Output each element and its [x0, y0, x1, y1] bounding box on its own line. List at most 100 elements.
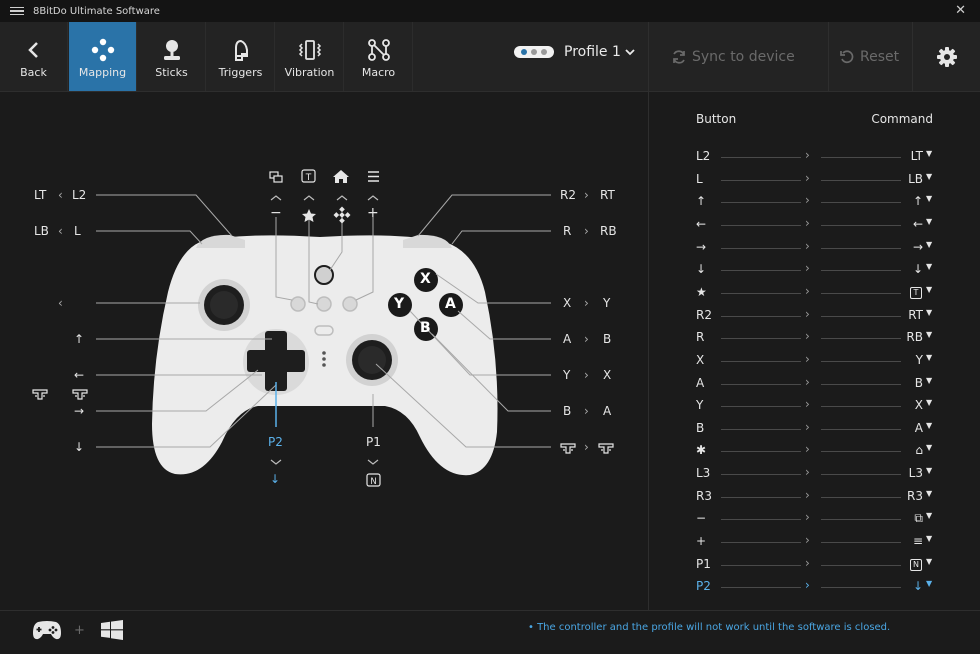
sync-to-device-button[interactable]: Sync to device — [648, 22, 828, 91]
dropdown-caret-icon[interactable]: ▼ — [926, 376, 932, 385]
mapping-row-command[interactable]: L3 — [883, 466, 923, 480]
mapping-row[interactable]: ↑ › ↑ ▼ — [649, 191, 980, 213]
row-line — [721, 224, 801, 226]
mapping-row[interactable]: − › ⧉ ▼ — [649, 508, 980, 530]
mapping-row-command[interactable]: LB — [883, 172, 923, 186]
dropdown-caret-icon[interactable]: ▼ — [926, 353, 932, 362]
tab-macro[interactable]: Macro — [345, 22, 413, 91]
mapping-row[interactable]: L3 › L3 ▼ — [649, 463, 980, 485]
row-arrow-icon: › — [805, 465, 810, 480]
mapping-row[interactable]: P2 › ↓ ▼ — [649, 576, 980, 598]
reset-button[interactable]: Reset — [828, 22, 912, 91]
tab-sticks[interactable]: Sticks — [138, 22, 206, 91]
mapping-row-command[interactable]: → — [883, 240, 923, 254]
mapping-row[interactable]: ★ › T ▼ — [649, 282, 980, 304]
mapping-row-command[interactable]: Y — [883, 353, 923, 367]
dropdown-caret-icon[interactable]: ▼ — [926, 262, 932, 271]
mapping-row[interactable]: ↓ › ↓ ▼ — [649, 259, 980, 281]
mapping-row-command[interactable]: B — [883, 376, 923, 390]
dpad-up-label[interactable]: ↑ — [74, 332, 84, 346]
mapping-row[interactable]: A › B ▼ — [649, 373, 980, 395]
mapping-row-command[interactable]: ⧉ — [883, 511, 923, 526]
mapping-row-command[interactable]: A — [883, 421, 923, 435]
back-button[interactable]: Back — [0, 22, 68, 91]
dropdown-caret-icon[interactable]: ▼ — [926, 579, 932, 588]
r-label[interactable]: R — [563, 224, 571, 238]
mapping-row-command[interactable]: RB — [883, 330, 923, 344]
close-icon[interactable]: ✕ — [955, 3, 966, 18]
dropdown-caret-icon[interactable]: ▼ — [926, 330, 932, 339]
mapping-row-command[interactable]: ↓ — [883, 579, 923, 593]
mapping-row[interactable]: R › RB ▼ — [649, 327, 980, 349]
dropdown-caret-icon[interactable]: ▼ — [926, 172, 932, 181]
p2-label[interactable]: P2 — [268, 435, 283, 449]
dropdown-caret-icon[interactable]: ▼ — [926, 511, 932, 520]
mapping-row[interactable]: X › Y ▼ — [649, 350, 980, 372]
dropdown-caret-icon[interactable]: ▼ — [926, 466, 932, 475]
gamepad-icon[interactable] — [32, 619, 62, 641]
mapping-row-command[interactable]: LT — [883, 149, 923, 163]
l-label[interactable]: L — [74, 224, 81, 238]
tab-vibration[interactable]: Vibration — [276, 22, 344, 91]
r2-label[interactable]: R2 — [560, 188, 576, 202]
mapping-row[interactable]: R3 › R3 ▼ — [649, 486, 980, 508]
mapping-row[interactable]: ← › ← ▼ — [649, 214, 980, 236]
dropdown-caret-icon[interactable]: ▼ — [926, 421, 932, 430]
dropdown-caret-icon[interactable]: ▼ — [926, 443, 932, 452]
mapping-row[interactable]: P1 › N ▼ — [649, 554, 980, 576]
dropdown-caret-icon[interactable]: ▼ — [926, 398, 932, 407]
y-map-from[interactable]: Y — [563, 368, 570, 382]
dropdown-caret-icon[interactable]: ▼ — [926, 308, 932, 317]
mapping-row[interactable]: B › A ▼ — [649, 418, 980, 440]
mapping-row-command[interactable]: R3 — [883, 489, 923, 503]
tab-mapping[interactable]: Mapping — [69, 22, 137, 91]
mapping-row-command[interactable]: ← — [883, 217, 923, 231]
profile-selector[interactable]: Profile 1 — [514, 44, 635, 60]
macro-icon — [365, 36, 393, 64]
mapping-row[interactable]: L2 › LT ▼ — [649, 146, 980, 168]
dropdown-caret-icon[interactable]: ▼ — [926, 534, 932, 543]
title-bar: 8BitDo Ultimate Software ✕ — [0, 0, 980, 22]
mapping-row-command[interactable]: RT — [883, 308, 923, 322]
settings-button[interactable] — [912, 22, 980, 91]
right-stick-press-icon[interactable] — [560, 442, 576, 454]
dropdown-caret-icon[interactable]: ▼ — [926, 217, 932, 226]
a-map-from[interactable]: A — [563, 332, 571, 346]
hamburger-menu-icon[interactable] — [10, 6, 24, 16]
x-map-from[interactable]: X — [563, 296, 571, 310]
tab-triggers[interactable]: Triggers — [207, 22, 275, 91]
l2-label[interactable]: L2 — [72, 188, 86, 202]
mapping-row[interactable]: Y › X ▼ — [649, 395, 980, 417]
mapping-row-command[interactable]: ≡ — [883, 534, 923, 548]
dropdown-caret-icon[interactable]: ▼ — [926, 240, 932, 249]
dropdown-caret-icon[interactable]: ▼ — [926, 194, 932, 203]
toolbar: Back Mapping Sticks Triggers Vibration M… — [0, 22, 980, 92]
lb-label: LB — [34, 224, 49, 238]
dropdown-caret-icon[interactable]: ▼ — [926, 149, 932, 158]
right-arrow-separator: › — [584, 368, 589, 382]
mapping-row-command[interactable]: X — [883, 398, 923, 412]
mapping-row[interactable]: L › LB ▼ — [649, 169, 980, 191]
dpad-right-label[interactable]: → — [74, 404, 84, 418]
plus-separator: + — [74, 623, 85, 638]
mapping-row[interactable]: → › → ▼ — [649, 237, 980, 259]
p1-label[interactable]: P1 — [366, 435, 381, 449]
b-map-from[interactable]: B — [563, 404, 571, 418]
row-line — [721, 270, 801, 272]
mapping-row-command[interactable]: ↑ — [883, 194, 923, 208]
dropdown-caret-icon[interactable]: ▼ — [926, 285, 932, 294]
lt-label: LT — [34, 188, 47, 202]
mapping-row-command[interactable]: T — [910, 286, 922, 299]
mapping-row-command[interactable]: ⌂ — [883, 443, 923, 457]
right-stick-press-icon — [598, 443, 614, 454]
mapping-row-command[interactable]: ↓ — [883, 262, 923, 276]
left-stick-press-icon[interactable] — [72, 388, 88, 400]
dropdown-caret-icon[interactable]: ▼ — [926, 489, 932, 498]
mapping-row[interactable]: + › ≡ ▼ — [649, 531, 980, 553]
dpad-down-label[interactable]: ↓ — [74, 440, 84, 454]
mapping-row[interactable]: ✱ › ⌂ ▼ — [649, 440, 980, 462]
dropdown-caret-icon[interactable]: ▼ — [926, 557, 932, 566]
mapping-row-command[interactable]: N — [910, 558, 922, 571]
dpad-left-label[interactable]: ← — [74, 368, 84, 382]
mapping-row[interactable]: R2 › RT ▼ — [649, 305, 980, 327]
